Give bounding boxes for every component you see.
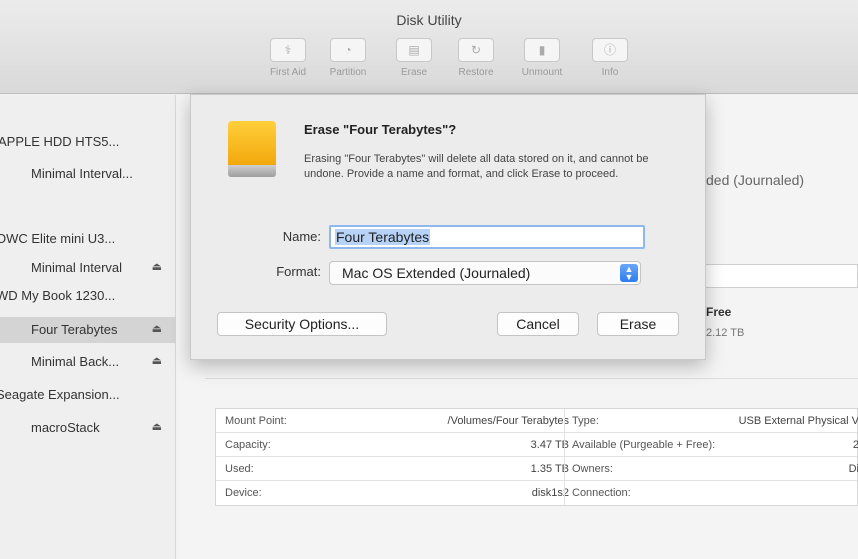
column-separator [564, 433, 565, 457]
eject-icon[interactable]: ⏏ [152, 260, 162, 273]
column-separator [564, 409, 565, 433]
eject-icon[interactable]: ⏏ [152, 354, 162, 367]
info-key: Owners: [572, 463, 613, 475]
eject-icon[interactable]: ⏏ [152, 322, 162, 335]
sidebar: APPLE HDD HTS5... Minimal Interval... OW… [0, 95, 176, 559]
sidebar-item-minimal-back[interactable]: Minimal Back... ⏏ [0, 349, 176, 375]
free-label: Free [706, 305, 732, 319]
sidebar-item-label: APPLE HDD HTS5... [0, 134, 120, 149]
sidebar-item-label: WD My Book 1230... [0, 288, 116, 303]
sidebar-item-label: Four Terabytes [31, 322, 118, 337]
table-row: Used: 1.35 TB Owners: Di [216, 457, 858, 481]
free-value: 2.12 TB [706, 327, 745, 339]
erase-dialog: Erase "Four Terabytes"? Erasing "Four Te… [190, 94, 706, 360]
sidebar-item-label: Seagate Expansion... [0, 387, 120, 402]
info-table: Mount Point: /Volumes/Four Terabytes Typ… [215, 408, 858, 506]
erase-label: Erase [400, 67, 428, 78]
security-options-button[interactable]: Security Options... [217, 312, 387, 336]
eject-icon[interactable]: ⏏ [152, 420, 162, 433]
info-key: Capacity: [225, 439, 271, 451]
erase-button-toolbar[interactable]: ▤ Erase [384, 38, 444, 78]
format-select[interactable]: Mac OS Extended (Journaled) ▲ ▼ [329, 261, 641, 285]
format-select-value: Mac OS Extended (Journaled) [342, 265, 531, 281]
sidebar-item-minimal-interval-1[interactable]: Minimal Interval... [0, 161, 176, 187]
info-button[interactable]: ⓘ Info [580, 38, 640, 78]
sidebar-item-macrostack[interactable]: macroStack ⏏ [0, 415, 176, 441]
unmount-button[interactable]: ▮ Unmount [512, 38, 572, 78]
sidebar-item-four-terabytes[interactable]: Four Terabytes ⏏ [0, 317, 176, 343]
sidebar-item-seagate[interactable]: Seagate Expansion... [0, 382, 176, 408]
unmount-icon: ▮ [524, 38, 560, 62]
restore-button[interactable]: ↻ Restore [446, 38, 506, 78]
info-icon: ⓘ [592, 38, 628, 62]
usage-bar [700, 264, 858, 288]
sidebar-item-apple-hdd[interactable]: APPLE HDD HTS5... [0, 129, 176, 155]
info-value: USB External Physical V [738, 415, 858, 427]
sidebar-item-label: Minimal Interval [31, 260, 123, 275]
name-label: Name: [282, 229, 321, 244]
column-separator [564, 481, 565, 505]
info-key: Device: [225, 487, 262, 499]
divider [205, 378, 858, 379]
toolbar: Disk Utility ⚕ First Aid ◔ Partition ▤ E… [0, 0, 858, 94]
name-field[interactable]: Four Terabytes [329, 225, 645, 249]
dialog-title: Erase "Four Terabytes"? [304, 122, 457, 137]
chevron-updown-icon: ▲ ▼ [620, 264, 638, 282]
info-value: /Volumes/Four Terabytes [447, 415, 569, 427]
external-drive-icon [228, 121, 276, 177]
name-field-value: Four Terabytes [335, 229, 431, 245]
sidebar-item-label: macroStack [31, 420, 100, 435]
sidebar-item-owc-elite[interactable]: OWC Elite mini U3... [0, 226, 176, 252]
window-title: Disk Utility [396, 12, 462, 28]
erase-button[interactable]: Erase [597, 312, 679, 336]
table-row: Capacity: 3.47 TB Available (Purgeable +… [216, 433, 858, 457]
sidebar-item-label: Minimal Interval... [31, 166, 133, 181]
sidebar-item-wd-my-book[interactable]: WD My Book 1230... [0, 283, 176, 309]
restore-label: Restore [458, 67, 494, 78]
stethoscope-icon: ⚕ [270, 38, 306, 62]
info-key: Available (Purgeable + Free): [572, 439, 716, 451]
erase-icon: ▤ [396, 38, 432, 62]
info-label: Info [601, 67, 619, 78]
cancel-button[interactable]: Cancel [497, 312, 579, 336]
info-key: Used: [225, 463, 254, 475]
info-value: Di [848, 463, 858, 475]
restore-icon: ↻ [458, 38, 494, 62]
first-aid-label: First Aid [269, 67, 307, 78]
volume-format-text: ded (Journaled) [706, 172, 805, 188]
partition-button[interactable]: ◔ Partition [318, 38, 378, 78]
sidebar-item-label: Minimal Back... [31, 354, 120, 369]
info-value: 2 [852, 439, 858, 451]
sidebar-item-label: OWC Elite mini U3... [0, 231, 116, 246]
partition-label: Partition [329, 67, 367, 78]
column-separator [564, 457, 565, 481]
info-key: Type: [572, 415, 599, 427]
table-row: Mount Point: /Volumes/Four Terabytes Typ… [216, 409, 858, 433]
dialog-message: Erasing "Four Terabytes" will delete all… [304, 153, 649, 180]
table-row: Device: disk1s2 Connection: [216, 481, 857, 505]
sidebar-item-minimal-interval-2[interactable]: Minimal Interval ⏏ [0, 255, 176, 281]
partition-icon: ◔ [330, 38, 366, 62]
info-key: Mount Point: [225, 415, 287, 427]
first-aid-button[interactable]: ⚕ First Aid [258, 38, 318, 78]
format-label: Format: [276, 264, 321, 279]
unmount-label: Unmount [521, 67, 563, 78]
info-key: Connection: [572, 487, 631, 499]
